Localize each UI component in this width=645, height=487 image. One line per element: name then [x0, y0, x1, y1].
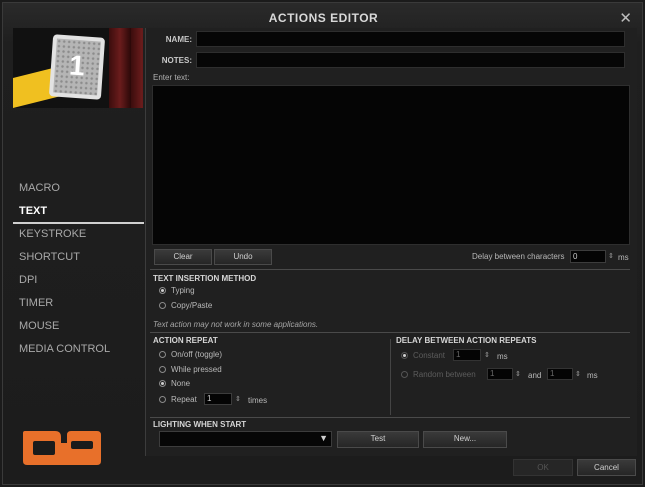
radio-circle[interactable] — [159, 366, 166, 373]
radio-circle[interactable] — [401, 352, 408, 359]
sidebar-item-macro[interactable]: MACRO — [13, 178, 144, 201]
radio-while-pressed[interactable]: While pressed — [159, 365, 222, 374]
sidebar-item-media-control[interactable]: MEDIA CONTROL — [13, 339, 144, 362]
sidebar-nav: MACRO TEXT KEYSTROKE SHORTCUT DPI TIMER … — [13, 178, 144, 362]
constant-delay-input[interactable]: 1 — [453, 349, 481, 361]
delay-chars-input[interactable]: 0 — [570, 250, 606, 263]
thumbnail-stripe — [131, 28, 143, 108]
lighting-title: LIGHTING WHEN START — [153, 420, 247, 429]
sidebar-item-text[interactable]: TEXT — [13, 201, 144, 224]
radio-repeat-label: Repeat — [171, 395, 197, 404]
enter-text-label: Enter text: — [153, 73, 190, 82]
delay-chars-label: Delay between characters — [472, 252, 565, 261]
window-title: ACTIONS EDITOR — [268, 11, 379, 25]
notes-label: NOTES: — [161, 55, 192, 65]
random-delay-unit: ms — [587, 371, 598, 380]
repeat-unit: times — [248, 396, 268, 405]
close-icon[interactable]: ✕ — [619, 9, 632, 27]
device-thumbnail: 1 — [13, 28, 143, 108]
sidebar-item-shortcut[interactable]: SHORTCUT — [13, 247, 144, 270]
sidebar-item-timer[interactable]: TIMER — [13, 293, 144, 316]
radio-none[interactable]: None — [159, 379, 190, 388]
radio-circle[interactable] — [159, 287, 166, 294]
ok-button[interactable]: OK — [513, 459, 573, 476]
notes-row: NOTES: — [146, 52, 625, 68]
name-label: NAME: — [165, 34, 192, 44]
name-row: NAME: — [146, 31, 625, 47]
new-lighting-button[interactable]: New... — [423, 431, 507, 448]
radio-typing[interactable]: Typing — [159, 286, 195, 295]
radio-constant[interactable]: Constant — [401, 351, 445, 360]
delay-chars-unit: ms — [618, 253, 629, 262]
constant-delay-stepper[interactable]: ⇕ — [484, 351, 490, 359]
random-max-stepper[interactable]: ⇕ — [575, 370, 581, 378]
repeat-count-input[interactable]: 1 — [204, 393, 232, 405]
radio-while-pressed-label: While pressed — [171, 365, 222, 374]
key-number: 1 — [68, 49, 86, 82]
sidebar-item-dpi[interactable]: DPI — [13, 270, 144, 293]
test-button[interactable]: Test — [337, 431, 419, 448]
delay-chars-stepper[interactable]: ⇕ — [608, 252, 614, 260]
brand-logo-icon — [23, 431, 101, 465]
divider — [150, 269, 630, 270]
sidebar-item-mouse[interactable]: MOUSE — [13, 316, 144, 339]
constant-delay-unit: ms — [497, 352, 508, 361]
sidebar-item-keystroke[interactable]: KEYSTROKE — [13, 224, 144, 247]
divider — [150, 332, 630, 333]
radio-repeat[interactable]: Repeat — [159, 395, 197, 404]
radio-circle[interactable] — [159, 380, 166, 387]
clear-button[interactable]: Clear — [154, 249, 212, 265]
radio-circle[interactable] — [401, 371, 408, 378]
delay-repeats-title: DELAY BETWEEN ACTION REPEATS — [396, 336, 537, 345]
random-max-input[interactable]: 1 — [547, 368, 573, 380]
thumbnail-stripe — [109, 28, 131, 108]
radio-toggle[interactable]: On/off (toggle) — [159, 350, 222, 359]
radio-none-label: None — [171, 379, 191, 388]
cancel-button[interactable]: Cancel — [577, 459, 636, 476]
radio-random-between[interactable]: Random between — [401, 370, 476, 379]
radio-typing-label: Typing — [171, 286, 195, 295]
radio-toggle-label: On/off (toggle) — [171, 350, 222, 359]
radio-constant-label: Constant — [413, 351, 446, 360]
undo-button[interactable]: Undo — [214, 249, 272, 265]
insertion-method-title: TEXT INSERTION METHOD — [153, 274, 257, 283]
chevron-down-icon[interactable]: ▼ — [319, 433, 328, 443]
main-panel: NAME: NOTES: Enter text: Clear Undo Dela… — [145, 28, 637, 456]
radio-random-label: Random between — [413, 370, 476, 379]
radio-circle[interactable] — [159, 351, 166, 358]
insertion-note: Text action may not work in some applica… — [153, 320, 319, 329]
action-repeat-title: ACTION REPEAT — [153, 336, 218, 345]
and-label: and — [528, 371, 542, 380]
radio-circle[interactable] — [159, 302, 166, 309]
radio-copy-paste[interactable]: Copy/Paste — [159, 301, 212, 310]
text-area[interactable] — [152, 85, 630, 245]
name-input[interactable] — [196, 31, 625, 47]
lighting-select[interactable]: ▼ — [159, 431, 332, 447]
radio-copy-paste-label: Copy/Paste — [171, 301, 213, 310]
radio-circle[interactable] — [159, 396, 166, 403]
random-min-stepper[interactable]: ⇕ — [515, 370, 521, 378]
key-pad-image: 1 — [48, 34, 106, 100]
section-divider — [390, 339, 391, 415]
random-min-input[interactable]: 1 — [487, 368, 513, 380]
repeat-count-stepper[interactable]: ⇕ — [235, 395, 241, 403]
notes-input[interactable] — [196, 52, 625, 68]
divider — [150, 417, 630, 418]
